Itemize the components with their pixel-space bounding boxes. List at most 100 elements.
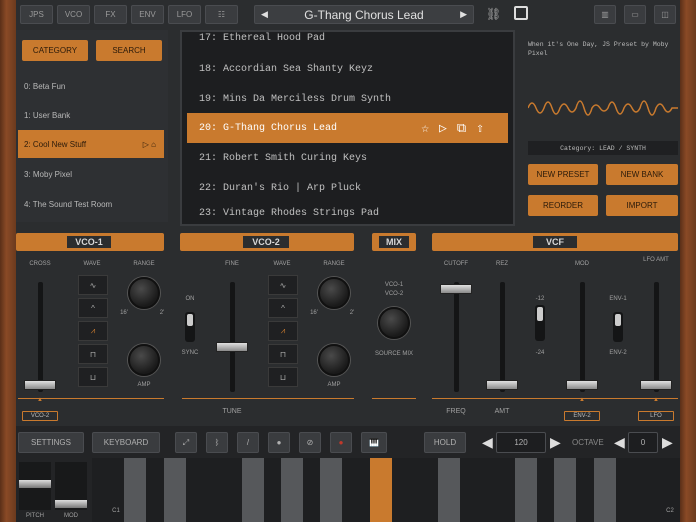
octave-up-icon[interactable]: ▶: [662, 434, 673, 451]
bank-item[interactable]: 1: User Bank: [18, 101, 164, 129]
new-bank-button[interactable]: NEW BANK: [606, 164, 678, 185]
tempo-up-icon[interactable]: ▶: [550, 434, 561, 451]
mod-source[interactable]: ENV-2: [564, 411, 600, 421]
piano-key[interactable]: [242, 458, 264, 522]
range-max-label: 2': [159, 310, 165, 316]
import-button[interactable]: IMPORT: [606, 195, 678, 216]
tab-lfo[interactable]: LFO: [168, 5, 201, 24]
wave-pulse-button[interactable]: ⊓: [268, 344, 298, 364]
bluetooth-icon[interactable]: ᛒ: [206, 432, 228, 453]
preset-row-selected[interactable]: 20: G-Thang Chorus Lead ☆▷⧉⇧: [187, 113, 508, 143]
octave-down-icon[interactable]: ◀: [614, 434, 625, 451]
preset-row[interactable]: 18: Accordian Sea Shanty Keyz: [187, 54, 508, 84]
mod-slider[interactable]: [566, 380, 598, 390]
tab-env[interactable]: ENV: [131, 5, 164, 24]
tab-jps[interactable]: JPS: [20, 5, 53, 24]
piano-key[interactable]: [554, 458, 576, 522]
cutoff-slider[interactable]: [440, 284, 472, 294]
wave-saw-button[interactable]: ⩘: [78, 321, 108, 341]
bank-item[interactable]: 0: Beta Fun: [18, 72, 164, 100]
fine-slider[interactable]: [216, 342, 248, 352]
record-dot-icon[interactable]: ●: [268, 432, 290, 453]
wave-saw-button[interactable]: ⩘: [268, 321, 298, 341]
mix-title: MIX: [378, 235, 410, 249]
wave-label: WAVE: [273, 261, 291, 267]
bank-item-selected[interactable]: 2: Cool New Stuff ▷ ⌂: [18, 130, 164, 158]
stop-icon[interactable]: ⊘: [299, 432, 321, 453]
wave-sine-button[interactable]: ∿: [78, 275, 108, 295]
range-knob[interactable]: [128, 277, 160, 309]
reorder-button[interactable]: REORDER: [528, 195, 598, 216]
preset-actions-icon[interactable]: ☆▷⧉⇧: [421, 121, 494, 136]
new-preset-button[interactable]: NEW PRESET: [528, 164, 598, 185]
expand-icon[interactable]: ⤢: [175, 432, 197, 453]
wave-pulse-button[interactable]: ⊓: [78, 344, 108, 364]
slope-switch[interactable]: [535, 305, 545, 341]
pencil-icon[interactable]: /: [237, 432, 259, 453]
wave-triangle-button[interactable]: ^: [78, 298, 108, 318]
lfo-amt-slider[interactable]: [640, 380, 672, 390]
split-view-icon[interactable]: ◫: [654, 5, 676, 24]
piano-key[interactable]: [124, 458, 146, 522]
preset-row[interactable]: 21: Robert Smith Curing Keys: [187, 143, 508, 173]
preset-selector[interactable]: ◀ G-Thang Chorus Lead ▶: [254, 5, 474, 24]
wave-square-button[interactable]: ⊔: [268, 367, 298, 387]
window-icon[interactable]: ▭: [624, 5, 646, 24]
amp-knob[interactable]: [318, 344, 350, 376]
bank-item[interactable]: 4: The Sound Test Room: [18, 190, 164, 218]
settings-button[interactable]: SETTINGS: [18, 432, 84, 453]
piano-key[interactable]: [281, 458, 303, 522]
pitch-wheel[interactable]: [19, 462, 51, 510]
prev-preset-icon[interactable]: ◀: [261, 9, 268, 20]
lfo-source[interactable]: LFO: [638, 411, 674, 421]
wave-square-button[interactable]: ⊔: [78, 367, 108, 387]
piano-key[interactable]: [320, 458, 342, 522]
amp-label: AMP: [327, 382, 341, 388]
category-button[interactable]: CATEGORY: [22, 40, 88, 61]
source-mix-knob[interactable]: [378, 307, 410, 339]
amp-knob[interactable]: [128, 344, 160, 376]
mod-wheel[interactable]: [55, 462, 87, 510]
range-knob[interactable]: [318, 277, 350, 309]
save-icon[interactable]: [514, 6, 528, 20]
sync-switch[interactable]: [185, 312, 195, 342]
tab-fx[interactable]: FX: [94, 5, 127, 24]
piano-key[interactable]: [594, 458, 616, 522]
octave-label: OCTAVE: [572, 438, 604, 447]
wave-triangle-button[interactable]: ^: [268, 298, 298, 318]
preset-row[interactable]: 19: Mins Da Merciless Drum Synth: [187, 84, 508, 114]
link-icon[interactable]: ⛓: [486, 7, 501, 21]
piano-key[interactable]: [438, 458, 460, 522]
octave-field[interactable]: 0: [628, 432, 658, 453]
preset-row[interactable]: 22: Duran's Rio | Arp Pluck: [187, 173, 508, 203]
search-button[interactable]: SEARCH: [96, 40, 162, 61]
piano-key-active[interactable]: [370, 458, 392, 522]
cross-mod-source[interactable]: VCO-2: [22, 411, 58, 421]
preset-row[interactable]: 23: Vintage Rhodes Strings Pad: [187, 205, 508, 221]
hold-button[interactable]: HOLD: [424, 432, 466, 453]
bank-actions-icon[interactable]: ▷ ⌂: [143, 140, 156, 149]
wave-sine-button[interactable]: ∿: [268, 275, 298, 295]
keyboard-button[interactable]: KEYBOARD: [92, 432, 160, 453]
midi-keys-icon[interactable]: 🎹: [361, 432, 387, 453]
preset-label: 20: G-Thang Chorus Lead: [199, 122, 338, 134]
mix-divider: [372, 398, 416, 399]
bank-label: 2: Cool New Stuff: [24, 139, 87, 149]
rez-slider[interactable]: [486, 380, 518, 390]
mixer-icon[interactable]: ▥: [594, 5, 616, 24]
fine-slider-track: [230, 282, 235, 392]
next-preset-icon[interactable]: ▶: [460, 9, 467, 20]
piano-key[interactable]: [164, 458, 186, 522]
record-icon[interactable]: ●: [330, 432, 352, 453]
slope-12-label: -12: [535, 296, 545, 302]
cross-slider[interactable]: [24, 380, 56, 390]
tab-vco[interactable]: VCO: [57, 5, 90, 24]
piano-key[interactable]: [515, 458, 537, 522]
env-switch[interactable]: [613, 312, 623, 342]
bank-item[interactable]: 3: Moby Pixel: [18, 160, 164, 188]
tempo-down-icon[interactable]: ◀: [482, 434, 493, 451]
tempo-field[interactable]: 120: [496, 432, 546, 453]
freq-label: FREQ: [446, 408, 466, 415]
preset-row[interactable]: 17: Ethereal Hood Pad: [187, 28, 508, 48]
sequencer-icon[interactable]: ☷: [205, 5, 238, 24]
